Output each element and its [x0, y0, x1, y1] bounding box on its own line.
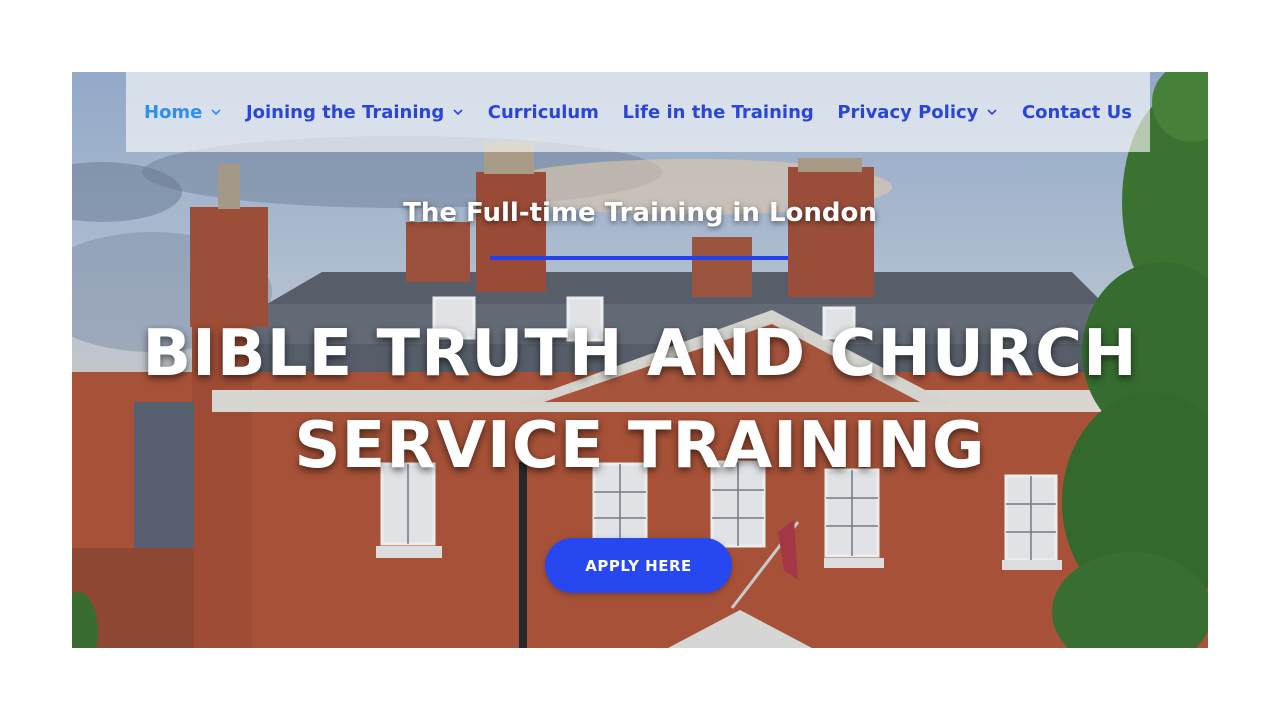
main-navigation: Home Joining the Training Curriculum Lif…: [126, 72, 1150, 152]
nav-item-label: Privacy Policy: [837, 101, 979, 123]
subtitle-divider: [490, 256, 788, 260]
nav-item-home[interactable]: Home: [144, 102, 222, 123]
nav-item-curriculum[interactable]: Curriculum: [488, 102, 599, 123]
hero-subtitle: The Full-time Training in London: [403, 198, 877, 228]
chevron-down-icon: [453, 109, 463, 116]
apply-here-button[interactable]: APPLY HERE: [545, 538, 732, 593]
hero-headline-line-2: SERVICE TRAINING: [294, 409, 986, 483]
nav-item-label: Home: [144, 101, 203, 123]
hero-section: Home Joining the Training Curriculum Lif…: [72, 72, 1208, 648]
nav-item-label: Curriculum: [487, 101, 599, 123]
nav-item-privacy-policy[interactable]: Privacy Policy: [837, 102, 998, 123]
chevron-down-icon: [211, 109, 221, 116]
nav-item-label: Joining the Training: [245, 101, 445, 123]
nav-item-label: Contact Us: [1021, 101, 1132, 123]
hero-headline: BIBLE TRUTH AND CHURCH SERVICE TRAINING: [72, 308, 1208, 492]
chevron-down-icon: [987, 109, 997, 116]
nav-item-contact-us[interactable]: Contact Us: [1022, 102, 1132, 123]
nav-item-label: Life in the Training: [622, 101, 814, 123]
hero-headline-line-1: BIBLE TRUTH AND CHURCH: [142, 317, 1138, 391]
nav-item-life-in-the-training[interactable]: Life in the Training: [623, 102, 814, 123]
nav-item-joining-the-training[interactable]: Joining the Training: [246, 102, 464, 123]
